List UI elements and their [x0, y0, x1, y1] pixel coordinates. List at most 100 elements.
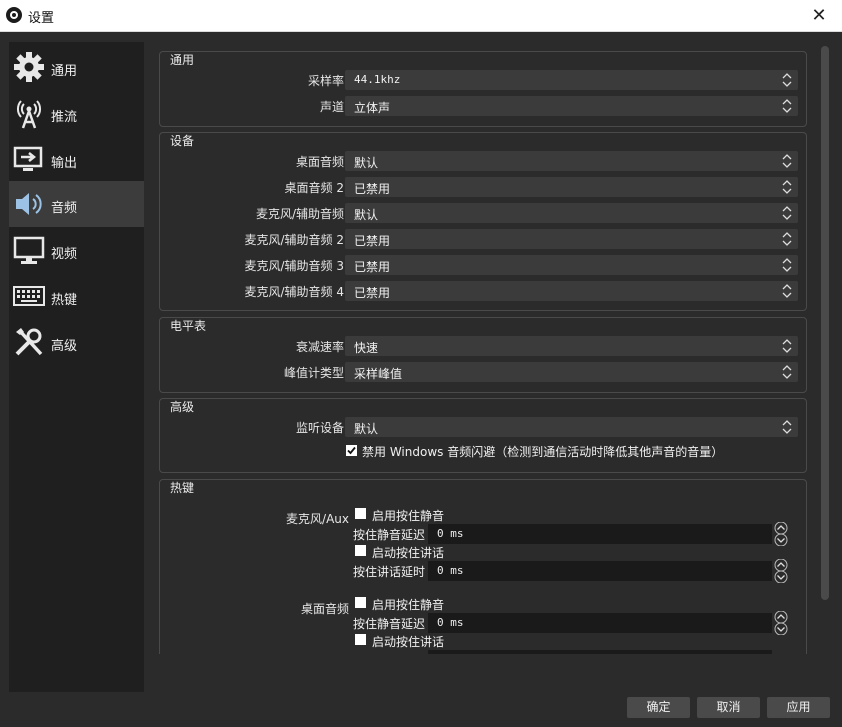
sidebar-item-stream[interactable]: 推流 [9, 90, 144, 136]
gear-icon [14, 52, 44, 82]
checkmark-icon [347, 446, 356, 455]
sidebar-item-hotkeys[interactable]: 热键 [9, 273, 144, 319]
chevron-updown-icon [780, 338, 794, 354]
scrollbar-thumb[interactable] [821, 46, 829, 600]
chevron-updown-icon [780, 153, 794, 169]
sidebar-item-label: 高级 [51, 339, 78, 354]
chevron-updown-icon [780, 283, 794, 299]
settings-sidebar: 通用 推流 输出 音频 视频 热键 高级 [9, 42, 144, 692]
meters-group: 电平表 衰减速率 快速 峰值计类型 采样峰值 [159, 317, 807, 393]
broadcast-icon [17, 100, 41, 129]
chevron-updown-icon [780, 72, 794, 88]
close-icon[interactable]: ✕ [796, 0, 842, 31]
title-bar: 设置 ✕ [0, 0, 842, 32]
vertical-scrollbar[interactable] [820, 42, 830, 654]
push-to-talk-label: 启动按住讲话 [372, 546, 445, 560]
desktop-ptm-delay-spinbox[interactable]: 0 ms [428, 613, 772, 633]
monitor-device-select[interactable]: 默认 [345, 417, 798, 437]
peak-meter-select[interactable]: 采样峰值 [345, 362, 798, 382]
desktop-audio-select[interactable]: 默认 [345, 151, 798, 171]
mic-push-to-talk-checkbox[interactable] [355, 545, 366, 556]
group-title: 热键 [170, 481, 195, 495]
group-title: 高级 [170, 400, 195, 414]
desktop-audio-2-select[interactable]: 已禁用 [345, 177, 798, 197]
mic-aux-3-select[interactable]: 已禁用 [345, 255, 798, 275]
spinbox-value: 0 ms [437, 564, 464, 577]
chevron-updown-icon [780, 364, 794, 380]
device-label: 桌面音频 [295, 155, 344, 169]
mic-aux-2-select[interactable]: 已禁用 [345, 229, 798, 249]
hotkeys-group: 热键 麦克风/Aux 启用按住静音 按住静音延迟 0 ms 启动按住讲话 按住讲… [159, 479, 807, 654]
desktop-ptt-delay-spinbox[interactable] [428, 650, 772, 654]
hotkey-source-label: 麦克风/Aux [286, 512, 349, 526]
channels-label: 声道 [319, 100, 344, 114]
sidebar-item-label: 输出 [51, 156, 78, 171]
select-value: 已禁用 [354, 234, 391, 248]
select-value: 默认 [354, 208, 379, 222]
monitor-device-label: 监听设备 [295, 421, 344, 435]
push-to-mute-label: 启用按住静音 [372, 509, 445, 523]
mic-ptm-delay-spinbox[interactable]: 0 ms [428, 524, 772, 544]
device-label: 桌面音频 2 [284, 181, 344, 195]
sidebar-item-label: 推流 [51, 110, 78, 125]
decay-rate-label: 衰减速率 [295, 340, 344, 354]
select-value: 默认 [354, 156, 379, 170]
ok-button[interactable]: 确定 [627, 697, 690, 718]
push-to-talk-label: 启动按住讲话 [372, 635, 445, 649]
sample-rate-select[interactable]: 44.1khz [345, 70, 798, 90]
sidebar-item-output[interactable]: 输出 [9, 136, 144, 182]
chevron-updown-icon [780, 98, 794, 114]
window-title: 设置 [28, 11, 55, 26]
device-label: 麦克风/辅助音频 [255, 207, 344, 221]
sidebar-item-advanced[interactable]: 高级 [9, 319, 144, 365]
select-value: 已禁用 [354, 182, 391, 196]
spin-updown-icon[interactable] [773, 559, 789, 583]
device-label: 麦克风/辅助音频 2 [244, 233, 345, 247]
channels-select[interactable]: 立体声 [345, 96, 798, 116]
general-group: 通用 采样率 44.1khz 声道 立体声 [159, 51, 807, 127]
mic-push-to-mute-checkbox[interactable] [355, 508, 366, 519]
sidebar-item-audio[interactable]: 音频 [9, 181, 144, 227]
select-value: 已禁用 [354, 286, 391, 300]
device-label: 麦克风/辅助音频 3 [244, 259, 345, 273]
desktop-push-to-mute-checkbox[interactable] [355, 597, 366, 608]
mic-ptt-delay-spinbox[interactable]: 0 ms [428, 561, 772, 581]
sidebar-item-video[interactable]: 视频 [9, 227, 144, 273]
select-value: 44.1khz [354, 73, 401, 86]
push-to-talk-delay-label: 按住讲话延时 [353, 565, 426, 579]
advanced-group: 高级 监听设备 默认 禁用 Windows 音频闪避（检测到通信活动时降低其他声… [159, 398, 807, 473]
push-to-mute-label: 启用按住静音 [372, 598, 445, 612]
audio-settings-panel: 通用 采样率 44.1khz 声道 立体声 设备 桌面音频 默认 桌面音频 2 … [153, 42, 815, 654]
ducking-label: 禁用 Windows 音频闪避（检测到通信活动时降低其他声音的音量） [362, 445, 724, 459]
apply-button[interactable]: 应用 [767, 697, 830, 718]
mic-aux-4-select[interactable]: 已禁用 [345, 281, 798, 301]
spinbox-value: 0 ms [437, 616, 464, 629]
devices-group: 设备 桌面音频 默认 桌面音频 2 已禁用 麦克风/辅助音频 默认 麦克风/辅助… [159, 132, 807, 311]
obs-logo-icon [6, 7, 22, 23]
group-title: 电平表 [170, 319, 207, 333]
peak-meter-label: 峰值计类型 [283, 366, 344, 380]
group-title: 设备 [170, 134, 195, 148]
spin-updown-icon[interactable] [773, 611, 789, 635]
keyboard-icon [13, 286, 45, 306]
select-value: 快速 [354, 341, 379, 355]
select-value: 采样峰值 [354, 367, 403, 381]
desktop-push-to-talk-checkbox[interactable] [355, 634, 366, 645]
monitor-icon [13, 236, 45, 264]
sidebar-item-label: 音频 [51, 201, 78, 216]
chevron-updown-icon [780, 419, 794, 435]
mic-aux-select[interactable]: 默认 [345, 203, 798, 223]
sidebar-item-label: 视频 [51, 247, 78, 262]
sidebar-item-label: 通用 [51, 64, 78, 79]
speaker-icon [16, 193, 42, 215]
spin-updown-icon[interactable] [773, 522, 789, 546]
decay-rate-select[interactable]: 快速 [345, 336, 798, 356]
push-to-mute-delay-label: 按住静音延迟 [353, 617, 426, 631]
cancel-button[interactable]: 取消 [697, 697, 760, 718]
select-value: 立体声 [354, 101, 391, 115]
ducking-checkbox[interactable] [346, 445, 357, 456]
push-to-mute-delay-label: 按住静音延迟 [353, 528, 426, 542]
sidebar-item-general[interactable]: 通用 [9, 44, 144, 90]
chevron-updown-icon [780, 231, 794, 247]
hotkey-source-label: 桌面音频 [300, 602, 349, 616]
